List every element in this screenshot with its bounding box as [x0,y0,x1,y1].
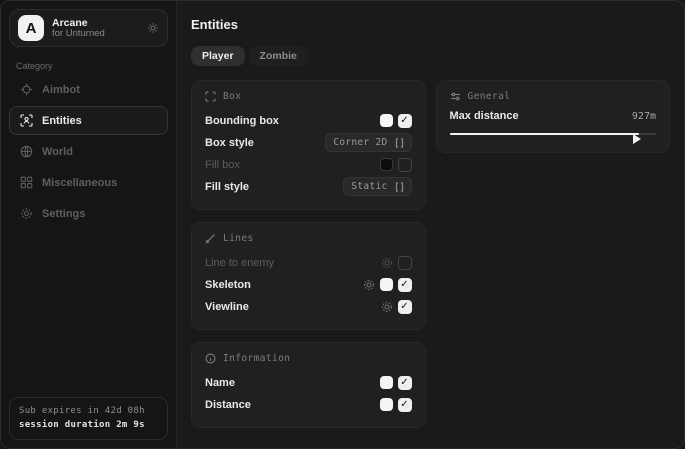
general-card: General Max distance 927m [436,80,671,153]
sliders-icon [450,91,461,102]
setting-label: Skeleton [205,279,363,291]
box-card: Box Bounding box ✓ Box style Co [191,80,426,210]
setting-row-fill-style: Fill style Static [205,176,412,197]
corner-brackets-icon [205,91,216,102]
checkbox[interactable]: ✓ [398,256,412,270]
information-card-header: Information [205,353,412,364]
setting-row-line-to-enemy: Line to enemy ✓ [205,252,412,273]
sidebar-item-entities[interactable]: Entities [9,106,168,135]
sidebar-item-world[interactable]: World [9,137,168,166]
setting-label: Max distance [450,110,632,122]
max-distance-value: 927m [632,111,656,122]
tab-zombie[interactable]: Zombie [249,46,308,66]
sidebar-item-label: Entities [42,115,82,127]
dropdown-value: Static [351,181,387,192]
select-brackets-icon [395,138,404,148]
setting-label: Viewline [205,301,381,313]
setting-row-fill-box: Fill box ✓ [205,154,412,175]
setting-label: Line to enemy [205,257,381,269]
lines-card-header: Lines [205,233,412,244]
app-subtitle: for Unturned [52,29,139,40]
sub-expiry-text: Sub expires in 42d 08h [19,405,158,419]
entity-tabs: Player Zombie [191,46,670,66]
row-settings-gear-icon[interactable] [381,301,393,313]
setting-row-box-style: Box style Corner 2D [205,132,412,153]
sidebar-item-aimbot[interactable]: Aimbot [9,75,168,104]
fill-style-dropdown[interactable]: Static [343,177,411,196]
card-title: Lines [223,233,254,244]
sidebar: A Arcane for Unturned Category [1,1,177,448]
box-card-header: Box [205,91,412,102]
checkbox[interactable]: ✓ [398,158,412,172]
app-name: Arcane [52,17,139,29]
crosshair-icon [19,83,33,96]
card-title: Information [223,353,290,364]
card-title: Box [223,91,241,102]
slider-fill [450,133,640,135]
row-settings-gear-icon[interactable] [363,279,375,291]
entities-scan-icon [19,114,33,127]
sidebar-nav: Aimbot Entities [9,75,168,228]
sidebar-item-label: Aimbot [42,84,80,96]
grid-icon [19,176,33,189]
setting-label: Name [205,377,380,389]
subscription-status-card: Sub expires in 42d 08h session duration … [9,397,168,440]
app-window: A Arcane for Unturned Category [0,0,685,449]
color-swatch[interactable] [380,158,393,171]
setting-row-name: Name ✓ [205,372,412,393]
tab-player[interactable]: Player [191,46,245,66]
page-title: Entities [191,17,670,32]
left-column: Box Bounding box ✓ Box style Co [191,80,426,428]
setting-row-bounding-box: Bounding box ✓ [205,110,412,131]
session-duration-text: session duration 2m 9s [19,419,158,433]
sidebar-item-label: Settings [42,208,85,220]
box-style-dropdown[interactable]: Corner 2D [325,133,411,152]
sidebar-item-label: World [42,146,73,158]
information-card: Information Name ✓ Distance ✓ [191,342,426,428]
sync-gear-icon[interactable] [147,22,159,34]
checkbox[interactable]: ✓ [398,300,412,314]
general-card-header: General [450,91,657,102]
slider-thumb-icon[interactable] [633,134,641,144]
globe-icon [19,145,33,158]
color-swatch[interactable] [380,376,393,389]
color-swatch[interactable] [380,398,393,411]
gear-icon [19,207,33,220]
color-swatch[interactable] [380,278,393,291]
checkbox[interactable]: ✓ [398,278,412,292]
lines-card: Lines Line to enemy ✓ [191,222,426,330]
max-distance-row: Max distance 927m [450,110,657,122]
category-label: Category [16,61,168,71]
app-logo-avatar: A [18,15,44,41]
setting-label: Bounding box [205,115,380,127]
sidebar-item-settings[interactable]: Settings [9,199,168,228]
max-distance-slider[interactable] [450,128,657,140]
sidebar-item-label: Miscellaneous [42,177,117,189]
checkbox[interactable]: ✓ [398,376,412,390]
setting-label: Distance [205,399,380,411]
row-settings-gear-icon[interactable] [381,257,393,269]
dropdown-value: Corner 2D [333,137,387,148]
card-title: General [468,91,511,102]
setting-label: Box style [205,137,325,149]
select-brackets-icon [395,182,404,192]
info-icon [205,353,216,364]
setting-label: Fill box [205,159,380,171]
setting-row-viewline: Viewline ✓ [205,296,412,317]
color-swatch[interactable] [380,114,393,127]
setting-label: Fill style [205,181,343,193]
setting-row-distance: Distance ✓ [205,394,412,415]
diagonal-line-icon [205,233,216,244]
right-column: General Max distance 927m [436,80,671,153]
app-logo-card: A Arcane for Unturned [9,9,168,47]
setting-row-skeleton: Skeleton ✓ [205,274,412,295]
app-title-block: Arcane for Unturned [52,17,139,40]
sidebar-item-miscellaneous[interactable]: Miscellaneous [9,168,168,197]
checkbox[interactable]: ✓ [398,398,412,412]
main-content: Entities Player Zombie Box [177,1,684,448]
checkbox[interactable]: ✓ [398,114,412,128]
